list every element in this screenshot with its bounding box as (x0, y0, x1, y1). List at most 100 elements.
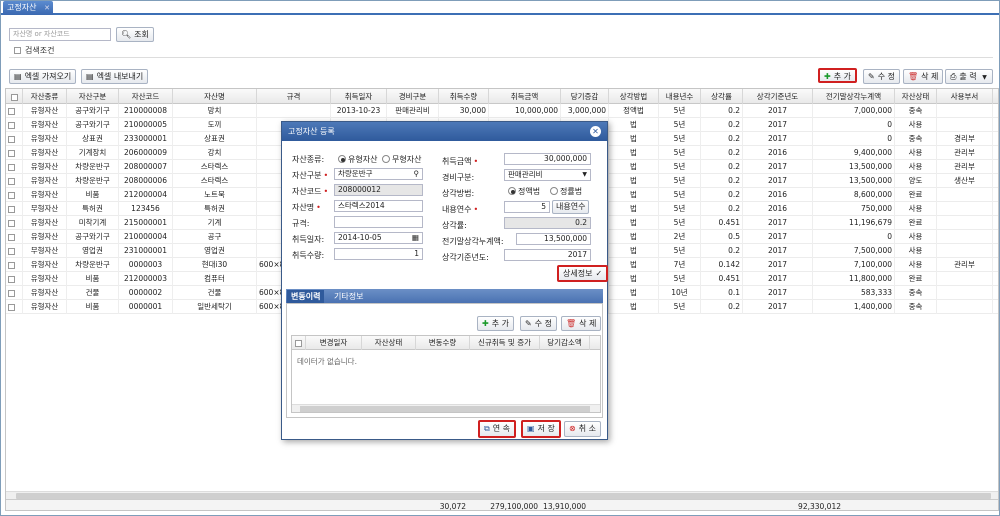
acq-qty-field[interactable]: 1 (334, 248, 423, 260)
asset-name-field[interactable]: 스타렉스2014 (334, 200, 423, 212)
row-checkbox[interactable] (6, 118, 23, 132)
row-checkbox[interactable] (6, 202, 23, 216)
row-checkbox[interactable] (6, 216, 23, 230)
radio-straight[interactable]: 정액법 (508, 186, 540, 197)
column-header[interactable]: 변동수량 (416, 336, 470, 350)
column-header[interactable]: 취득일자 (331, 89, 387, 104)
footer-accum: 92,330,012 (798, 502, 841, 511)
spec-field[interactable] (334, 216, 423, 228)
search-button[interactable]: 🔍︎ 조회 (116, 27, 154, 42)
tab-fixed-assets[interactable]: 고정자산 ✕ (3, 1, 53, 15)
calendar-icon[interactable]: ▦ (412, 233, 419, 243)
row-checkbox[interactable] (6, 286, 23, 300)
scroll-thumb[interactable] (300, 406, 590, 412)
radio-declining[interactable]: 정률법 (550, 186, 582, 197)
life-field[interactable]: 5 (504, 201, 550, 213)
excel-export-button[interactable]: ▤ 엑셀 내보내기 (81, 69, 149, 84)
column-header[interactable]: 신규취득 및 증가 (470, 336, 540, 350)
table-cell: 2017 (743, 258, 813, 272)
radio-intangible[interactable]: 무형자산 (382, 154, 421, 165)
add-button[interactable]: ✚ 추 가 (818, 68, 857, 83)
row-checkbox[interactable] (6, 300, 23, 314)
search-input[interactable]: 자산명 or 자산코드 (9, 28, 111, 41)
column-header[interactable]: 규격 (257, 89, 331, 104)
expense-select[interactable]: 판매관리비 ▼ (504, 169, 591, 181)
save-button[interactable]: ▣ 저 장 (521, 420, 561, 438)
cancel-button[interactable]: ⊗ 취 소 (564, 421, 601, 437)
table-cell: 0 (813, 118, 895, 132)
column-header[interactable]: 상각률 (701, 89, 743, 104)
table-cell: 212000004 (119, 188, 173, 202)
table-cell: 0 (813, 230, 895, 244)
continue-button[interactable]: ⧉ 연 속 (478, 420, 516, 438)
sub-add-button[interactable]: ✚ 추 가 (477, 316, 514, 331)
acq-amount-field[interactable]: 30,000,000 (504, 153, 591, 165)
horizontal-scrollbar[interactable] (292, 404, 600, 412)
row-checkbox[interactable] (6, 160, 23, 174)
table-cell: 중속 (895, 132, 937, 146)
row-checkbox[interactable] (6, 188, 23, 202)
table-cell: 5년 (659, 132, 701, 146)
select-all-checkbox[interactable] (292, 336, 306, 350)
base-year-field[interactable]: 2017 (504, 249, 591, 261)
horizontal-scrollbar[interactable] (6, 491, 998, 499)
radio-tangible[interactable]: 유형자산 (338, 154, 377, 165)
column-header[interactable]: 내용년수 (659, 89, 701, 104)
life-button[interactable]: 내용연수 (552, 200, 590, 214)
column-header[interactable]: 자산종류 (23, 89, 67, 104)
table-cell: 정액법 (609, 104, 659, 118)
column-header[interactable]: 취득금액 (489, 89, 561, 104)
excel-import-button[interactable]: ▤ 엑셀 가져오기 (9, 69, 77, 84)
column-header[interactable]: 당기증감 (561, 89, 609, 104)
column-header[interactable]: 자산상태 (362, 336, 416, 350)
tab-other[interactable]: 기타정보 (330, 290, 367, 303)
row-checkbox[interactable] (6, 244, 23, 258)
detail-button[interactable]: 상세정보 ✓ (557, 265, 609, 282)
row-checkbox[interactable] (6, 230, 23, 244)
acq-date-field[interactable]: 2014-10-05 ▦ (334, 232, 423, 244)
column-header[interactable]: 사용담당자 (993, 89, 998, 104)
column-header[interactable]: 변경일자 (306, 336, 362, 350)
edit-button[interactable]: ✎ 수 정 (863, 69, 900, 84)
table-cell: 법 (609, 244, 659, 258)
sub-delete-button[interactable]: 🗑︎ 삭 제 (561, 316, 602, 331)
table-cell: 0 (813, 132, 895, 146)
sub-edit-button[interactable]: ✎ 수 정 (520, 316, 557, 331)
table-cell (993, 244, 998, 258)
table-row[interactable]: 유형자산 공구와기구 210000008 망치 2013-10-23 판매관리비 30,00… (6, 104, 998, 118)
history-panel: ✚ 추 가 ✎ 수 정 🗑︎ 삭 제 변경일자 자산상태 변동수량 신규취득 및 증가 당기감… (286, 303, 603, 418)
tab-history[interactable]: 변동이력 (287, 290, 325, 303)
column-header[interactable]: 취득수량 (439, 89, 489, 104)
search-icon[interactable]: ⚲ (414, 169, 420, 179)
asset-class-field[interactable]: 차량운반구 ⚲ (334, 168, 423, 180)
table-cell: 법 (609, 216, 659, 230)
close-icon[interactable]: ✕ (44, 1, 50, 15)
accum-field[interactable]: 13,500,000 (516, 233, 591, 245)
print-button[interactable]: ⎙ 출 력 ▼ (945, 69, 993, 84)
column-header[interactable]: 경비구분 (387, 89, 439, 104)
row-checkbox[interactable] (6, 132, 23, 146)
select-all-checkbox[interactable] (6, 89, 23, 104)
column-header[interactable]: 전기말상각누계액 (813, 89, 895, 104)
column-header[interactable]: 사용부서 (937, 89, 993, 104)
close-icon[interactable]: ✕ (590, 126, 601, 137)
footer-change: 13,910,000 (543, 502, 586, 511)
table-cell: 상표권 (67, 132, 119, 146)
column-header[interactable]: 당기감소액 (540, 336, 590, 350)
condition-checkbox[interactable] (14, 47, 21, 54)
table-cell: 현대i30 (173, 258, 257, 272)
delete-button[interactable]: 🗑︎ 삭 제 (903, 69, 944, 84)
row-checkbox[interactable] (6, 174, 23, 188)
column-header[interactable]: 상각기준년도 (743, 89, 813, 104)
row-checkbox[interactable] (6, 272, 23, 286)
column-header[interactable]: 자산구분 (67, 89, 119, 104)
row-checkbox[interactable] (6, 104, 23, 118)
row-checkbox[interactable] (6, 258, 23, 272)
column-header[interactable]: 자산코드 (119, 89, 173, 104)
divider (9, 57, 993, 58)
column-header[interactable]: 자산명 (173, 89, 257, 104)
column-header[interactable]: 자산상태 (895, 89, 937, 104)
column-header[interactable]: 상각방법 (609, 89, 659, 104)
row-checkbox[interactable] (6, 146, 23, 160)
rate-label: 상각률: (442, 221, 467, 230)
